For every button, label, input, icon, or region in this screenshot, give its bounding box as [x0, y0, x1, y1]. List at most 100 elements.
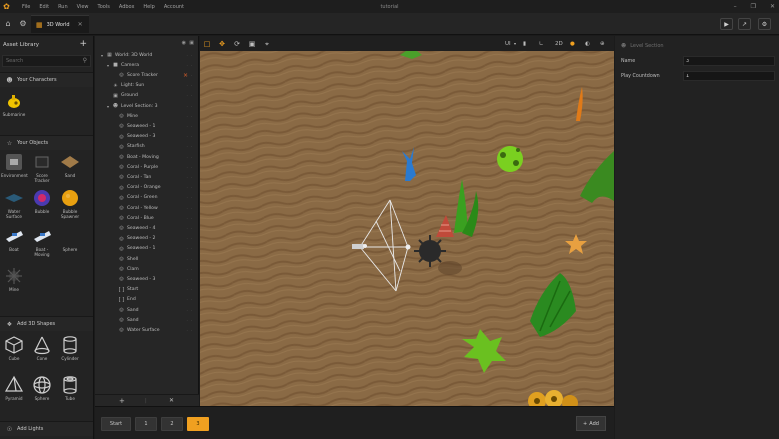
row-visibility-lock-icon[interactable]: ·· — [186, 216, 195, 221]
tree-row[interactable]: ◎ Starfish ·· — [95, 142, 198, 152]
restore-icon[interactable]: ❐ — [751, 3, 756, 10]
home-icon[interactable]: ⌂ — [3, 19, 13, 29]
asset-tile-submarine[interactable]: Submarine — [1, 91, 27, 117]
tree-row[interactable]: ◎ Coral - Green ·· — [95, 193, 198, 203]
menu-adbox[interactable]: Adbox — [119, 4, 135, 10]
add-asset-icon[interactable]: + — [79, 39, 87, 49]
tree-row[interactable]: ▣ Ground ·· — [95, 91, 198, 101]
tree-row[interactable]: [ ] End ·· — [95, 295, 198, 305]
shapes-section-header[interactable]: ❖ Add 3D Shapes — [0, 316, 93, 331]
global-icon[interactable]: ◐ — [585, 39, 590, 49]
share-button[interactable]: ↗ — [738, 18, 751, 30]
tree-row[interactable]: ◎ Seaweed - 2 ·· — [95, 234, 198, 244]
characters-section-header[interactable]: ☻ Your Characters — [0, 72, 93, 87]
tree-row[interactable]: [ ] Start ·· — [95, 285, 198, 295]
settings-button[interactable]: ⚙ — [758, 18, 771, 30]
tree-row[interactable]: ◎ Seaweed - 3 ·· — [95, 274, 198, 284]
asset-tile-water-surface[interactable]: Water Surface — [1, 188, 27, 219]
row-visibility-lock-icon[interactable]: ·· — [186, 93, 195, 98]
row-visibility-lock-icon[interactable]: ·· — [186, 246, 195, 251]
row-visibility-lock-icon[interactable]: ·· — [186, 155, 195, 160]
tab-3d-world[interactable]: ▦ 3D World ✕ — [31, 15, 89, 33]
ui-toggle[interactable]: UI — [505, 39, 511, 49]
row-visibility-lock-icon[interactable]: ·· — [186, 287, 195, 292]
menu-tools[interactable]: Tools — [98, 4, 110, 10]
row-visibility-lock-icon[interactable]: ·· — [186, 144, 195, 149]
asset-search-input[interactable] — [6, 58, 76, 64]
asset-tile-sphere[interactable]: Sphere — [57, 226, 83, 252]
row-visibility-lock-icon[interactable]: ·· — [186, 83, 195, 88]
row-visibility-lock-icon[interactable]: ·· — [186, 308, 195, 313]
section-start-button[interactable]: Start — [101, 417, 131, 431]
shape-tile-sphere[interactable]: Sphere — [29, 375, 55, 401]
row-visibility-lock-icon[interactable]: ·· — [186, 185, 195, 190]
row-visibility-lock-icon[interactable]: ·· — [186, 63, 195, 68]
tree-row[interactable]: ☀ Light: Sun ·· — [95, 81, 198, 91]
app-logo-icon[interactable]: ✿ — [0, 0, 13, 13]
asset-tile-environment[interactable]: Environment — [1, 152, 28, 178]
tree-row[interactable]: ▾ ☻ Level Section: 3 ·· — [95, 101, 198, 111]
lock-icon[interactable]: ▣ — [189, 40, 194, 46]
asset-tile-sand[interactable]: Sand — [57, 152, 83, 178]
tree-row[interactable]: ◎ Boat - Moving ·· — [95, 152, 198, 162]
menu-account[interactable]: Account — [164, 4, 184, 10]
row-visibility-lock-icon[interactable]: ·· — [186, 175, 195, 180]
row-visibility-lock-icon[interactable]: ·· — [186, 236, 195, 241]
grid-snap-icon[interactable]: ∟ — [539, 39, 544, 49]
tree-row[interactable]: ◎ Clam ·· — [95, 264, 198, 274]
row-visibility-lock-icon[interactable]: ·· — [186, 206, 195, 211]
row-visibility-lock-icon[interactable]: ·· — [186, 297, 195, 302]
tree-row[interactable]: ◎ Seaweed - 4 ·· — [95, 223, 198, 233]
row-visibility-lock-icon[interactable]: ·· — [186, 318, 195, 323]
play-button[interactable]: ▶ — [720, 18, 733, 30]
shape-tile-cylinder[interactable]: Cylinder — [57, 335, 83, 361]
minimize-icon[interactable]: – — [734, 3, 737, 10]
move-tool-icon[interactable]: ✥ — [217, 39, 227, 49]
asset-tile-boat-moving[interactable]: Boat - Moving — [29, 226, 55, 257]
tree-row[interactable]: ▾ ▦ World: 3D World ·· — [95, 50, 198, 60]
row-visibility-lock-icon[interactable]: ·· — [186, 104, 195, 109]
tree-row[interactable]: ◎ Coral - Blue ·· — [95, 213, 198, 223]
tree-row[interactable]: ◎ Coral - Orange ·· — [95, 183, 198, 193]
tree-row[interactable]: ◎ Score Tracker × ·· — [95, 70, 198, 80]
menu-help[interactable]: Help — [143, 4, 154, 10]
lighting-icon[interactable]: ● — [570, 39, 575, 49]
property-name-input[interactable] — [683, 56, 775, 66]
tree-row[interactable]: ◎ Seaweed - 1 ·· — [95, 244, 198, 254]
row-visibility-lock-icon[interactable]: ·· — [186, 267, 195, 272]
tree-row[interactable]: ◎ Seaweed - 3 ·· — [95, 132, 198, 142]
tree-row[interactable]: ◎ Sand ·· — [95, 315, 198, 325]
row-visibility-lock-icon[interactable]: ·· — [186, 226, 195, 231]
row-visibility-lock-icon[interactable]: ·· — [186, 134, 195, 139]
tree-row[interactable]: ◎ Coral - Purple ·· — [95, 162, 198, 172]
coral-green[interactable] — [497, 146, 523, 172]
add-object-icon[interactable]: + — [119, 397, 125, 405]
row-visibility-lock-icon[interactable]: ·· — [186, 195, 195, 200]
tree-row[interactable]: ◎ Water Surface ·· — [95, 325, 198, 335]
section-3-button[interactable]: 3 — [187, 417, 209, 431]
add-section-button[interactable]: + Add — [576, 416, 606, 431]
asset-tile-bubble[interactable]: Bubble — [29, 188, 55, 214]
world-settings-icon[interactable]: ⊕ — [600, 39, 605, 49]
row-visibility-lock-icon[interactable]: ·· — [186, 114, 195, 119]
objects-section-header[interactable]: ☆ Your Objects — [0, 135, 93, 150]
dimension-toggle[interactable]: 2D — [555, 39, 563, 49]
row-visibility-lock-icon[interactable]: ·· — [186, 53, 195, 58]
tree-row[interactable]: ◎ Shell ·· — [95, 254, 198, 264]
lights-section-header[interactable]: ☉ Add Lights — [0, 421, 93, 436]
visibility-icon[interactable]: ◉ — [182, 40, 186, 46]
tree-row[interactable]: ◎ Coral - Tan ·· — [95, 172, 198, 182]
asset-tile-mine[interactable]: Mine — [1, 266, 27, 292]
hierarchy-tree-icon[interactable]: ⚙ — [18, 19, 28, 29]
rotate-tool-icon[interactable]: ⟳ — [232, 39, 242, 49]
row-visibility-lock-icon[interactable]: ·· — [186, 328, 195, 333]
section-1-button[interactable]: 1 — [135, 417, 157, 431]
row-visibility-lock-icon[interactable]: ·· — [186, 257, 195, 262]
section-2-button[interactable]: 2 — [161, 417, 183, 431]
menu-view[interactable]: View — [77, 4, 89, 10]
tree-row[interactable]: ◎ Sand ·· — [95, 305, 198, 315]
menu-edit[interactable]: Edit — [39, 4, 49, 10]
close-window-icon[interactable]: ✕ — [770, 3, 775, 10]
row-visibility-lock-icon[interactable]: ·· — [186, 124, 195, 129]
delete-object-icon[interactable]: ✕ — [169, 397, 174, 404]
